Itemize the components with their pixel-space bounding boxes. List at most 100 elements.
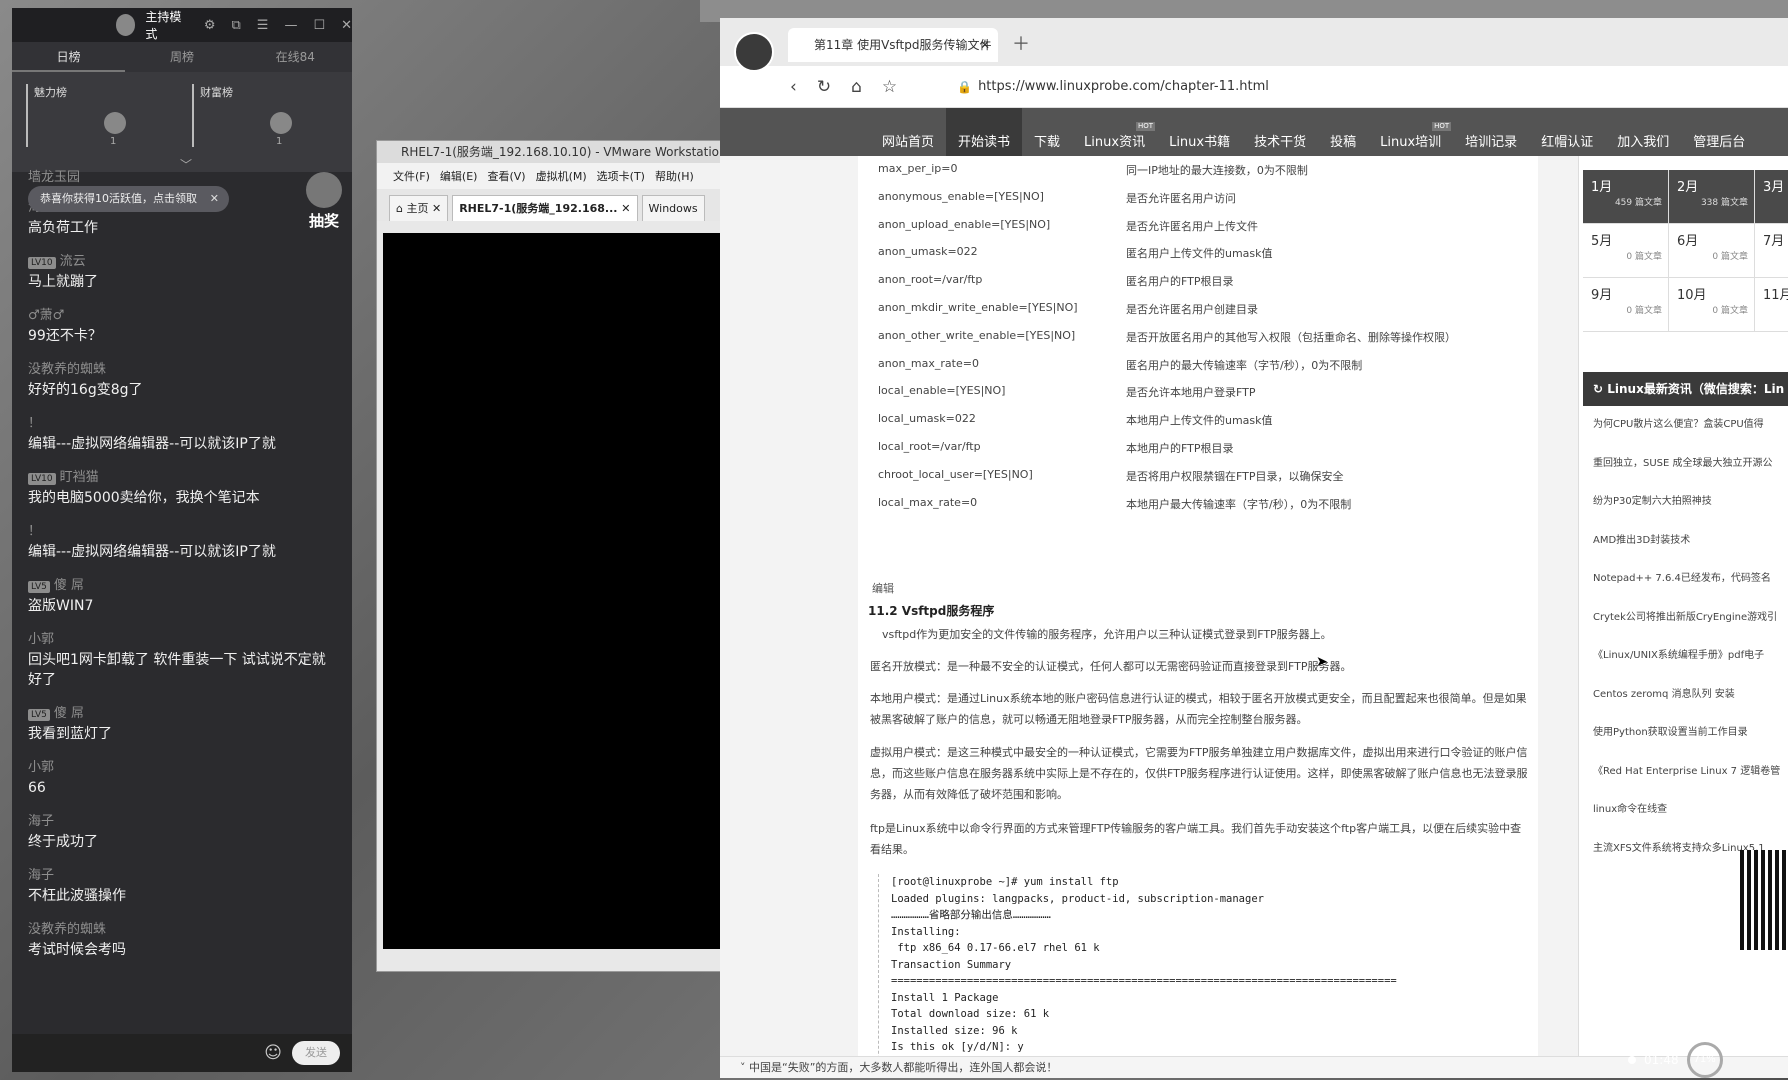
url-field[interactable]: https://www.linuxprobe.com/chapter-11.ht…: [978, 79, 1269, 94]
news-item[interactable]: AMD推出3D封装技术: [1593, 522, 1788, 561]
menu-view[interactable]: 查看(V): [487, 168, 525, 184]
news-item[interactable]: 使用Python获取设置当前工作目录: [1593, 714, 1788, 753]
level-badge: LV10: [28, 257, 56, 269]
news-item[interactable]: 重回独立，SUSE 成全球最大独立开源公: [1593, 445, 1788, 484]
cpu-percent: 71%: [1686, 1042, 1723, 1078]
param-description: 同一IP地址的最大连接数，0为不限制: [1126, 164, 1308, 177]
archive-month[interactable]: 5月 0 篇文章: [1583, 224, 1669, 278]
reward-notice[interactable]: 恭喜你获得10活跃值，点击领取 ✕: [28, 186, 229, 212]
menu-help[interactable]: 帮助(H): [655, 168, 694, 184]
menu-icon[interactable]: ☰: [257, 18, 269, 33]
param-name: anon_other_write_enable=[YES|NO]: [878, 328, 1076, 342]
lottery-label: 抽奖: [308, 212, 339, 230]
menu-tabs[interactable]: 选项卡(T): [597, 168, 645, 184]
archive-month[interactable]: 11月: [1755, 278, 1788, 332]
lottery-button[interactable]: 抽奖: [300, 172, 348, 230]
archive-month[interactable]: 6月 0 篇文章: [1669, 224, 1755, 278]
close-icon[interactable]: ✕: [341, 18, 352, 33]
param-description: 本地用户上传文件的umask值: [1126, 414, 1273, 428]
tab-close-icon[interactable]: ✕: [980, 28, 990, 62]
chat-text: 编辑---虚拟网络编辑器--可以就该IP了就: [28, 436, 276, 452]
tab-weekly[interactable]: 周榜: [125, 42, 238, 72]
chevron-icon[interactable]: ˅: [740, 1061, 749, 1074]
news-item[interactable]: linux命令在线查: [1593, 791, 1788, 830]
minimize-icon[interactable]: —: [284, 18, 297, 33]
param-name: anon_upload_enable=[YES|NO]: [878, 217, 1051, 231]
system-tray: 01:48 71%: [1620, 1040, 1788, 1080]
menu-edit[interactable]: 编辑(E): [440, 168, 478, 184]
back-icon[interactable]: ‹: [790, 77, 797, 97]
lock-icon: 🔒: [957, 79, 973, 94]
archive-month[interactable]: 2月 338 篇文章: [1669, 170, 1755, 224]
send-button[interactable]: 发送: [292, 1041, 340, 1065]
popout-icon[interactable]: ⧉: [231, 18, 240, 33]
paragraph: ftp是Linux系统中以命令行界面的方式来管理FTP传输服务的客户端工具。我们…: [870, 822, 1522, 856]
param-name: anon_max_rate=0: [878, 356, 979, 370]
param-name: anon_mkdir_write_enable=[YES|NO]: [878, 301, 1078, 314]
browser-tab[interactable]: 第11章 使用Vsftpd服务传输文件 ✕: [788, 28, 998, 62]
tab-windows[interactable]: Windows: [641, 195, 705, 221]
news-item[interactable]: 纷为P30定制六大拍照神技: [1593, 483, 1788, 522]
rank-area: 魅力榜 1 财富榜 1 ﹀: [12, 72, 352, 172]
chat-message: 海子 不枉此波骚操作: [28, 866, 352, 906]
paragraph: 虚拟用户模式：是这三种模式中最安全的一种认证模式，它需要为FTP服务单独建立用户…: [870, 746, 1528, 801]
archive-month[interactable]: 1月 459 篇文章: [1583, 170, 1669, 224]
charm-rank[interactable]: 魅力榜 1: [26, 84, 176, 147]
tab-online[interactable]: 在线84: [239, 42, 352, 72]
param-name: local_max_rate=0: [878, 495, 978, 509]
charm-rank-label: 魅力榜: [34, 86, 67, 99]
news-item[interactable]: 《Linux/UNIX系统编程手册》pdf电子: [1593, 637, 1788, 676]
archive-month[interactable]: 9月 0 篇文章: [1583, 278, 1669, 332]
tab-daily[interactable]: 日榜: [12, 42, 126, 72]
edit-link[interactable]: 编辑: [872, 580, 894, 596]
chat-username: 盯裆猫: [59, 470, 99, 485]
vm-screen[interactable]: [383, 233, 721, 949]
chat-message: 海子 终于成功了: [28, 812, 352, 852]
vmware-title: RHEL7-1(服务端_192.168.10.10) - VMware Work…: [377, 141, 725, 163]
news-item[interactable]: 《Red Hat Enterprise Linux 7 逻辑卷管: [1593, 753, 1788, 792]
chevron-down-icon[interactable]: ﹀: [180, 156, 192, 173]
new-tab-icon[interactable]: ＋: [1012, 28, 1030, 62]
chat-message: LV5 傻 屌盗版WIN7: [28, 576, 352, 616]
maximize-icon[interactable]: ☐: [313, 18, 325, 33]
tab-home-label: 主页: [406, 202, 429, 215]
wealth-rank-avatar[interactable]: [270, 112, 292, 134]
month-count: 0 篇文章: [1712, 306, 1748, 316]
news-item[interactable]: Notepad++ 7.6.4已经发布，代码签名: [1593, 560, 1788, 599]
rank-tabs: 日榜 周榜 在线84: [12, 42, 352, 72]
qr-code: [1740, 850, 1788, 950]
month-count: 0 篇文章: [1626, 306, 1662, 316]
news-list: 为何CPU散片这么便宜？盒装CPU值得 重回独立，SUSE 成全球最大独立开源公…: [1593, 406, 1788, 868]
notice-close-icon[interactable]: ✕: [210, 186, 219, 212]
nav-item-label: Linux资讯: [1084, 135, 1146, 150]
chat-username: 小郭: [28, 760, 55, 775]
chat-message: ♂萧♂ 99还不卡？: [28, 306, 352, 346]
page-body[interactable]: 编辑 11.2 Vsftpd服务程序 vsftpd作为更加安全的文件传输的服务程…: [720, 156, 1788, 1074]
browser-window: 第11章 使用Vsftpd服务传输文件 ✕ ＋ ‹ ↻ ⌂ ☆ 🔒 https:/…: [720, 18, 1788, 1078]
article-area: 编辑 11.2 Vsftpd服务程序 vsftpd作为更加安全的文件传输的服务程…: [720, 156, 1578, 1074]
settings-icon[interactable]: ⚙: [204, 18, 216, 33]
chat-message: 没教养的蜘蛛 好好的16g变8g了: [28, 360, 352, 400]
refresh-icon[interactable]: ↻: [817, 77, 831, 97]
news-item[interactable]: Crytek公司将推出新版CryEngine游戏引: [1593, 599, 1788, 638]
charm-rank-avatar[interactable]: [104, 112, 126, 134]
emoji-icon[interactable]: ☺: [264, 1043, 282, 1063]
archive-month[interactable]: 7月: [1755, 224, 1788, 278]
tab-home[interactable]: ⌂ 主页 ✕: [389, 195, 449, 221]
wealth-rank[interactable]: 财富榜 1: [192, 84, 342, 147]
menu-vm[interactable]: 虚拟机(M): [536, 168, 587, 184]
chat-message: ！ 编辑---虚拟网络编辑器--可以就该IP了就: [28, 414, 352, 454]
chat-message-list[interactable]: 海子高负荷工作 LV10流云马上就蹦了 ♂萧♂99还不卡？ 没教养的蜘蛛好好的1…: [12, 172, 352, 1042]
archive-month[interactable]: 3月45: [1755, 170, 1788, 224]
live-chat-panel: 主持模式 ⚙ ⧉ ☰ — ☐ ✕ 日榜 周榜 在线84 魅力榜 1 财富榜 1 …: [12, 8, 352, 1072]
home-icon[interactable]: ⌂: [851, 77, 862, 97]
news-item[interactable]: Centos zeromq 消息队列 安装: [1593, 676, 1788, 715]
tab-rhel[interactable]: RHEL7-1(服务端_192.168... ✕: [452, 195, 638, 221]
star-icon[interactable]: ☆: [882, 77, 897, 97]
news-item[interactable]: 为何CPU散片这么便宜？盒装CPU值得: [1593, 406, 1788, 445]
menu-file[interactable]: 文件(F): [393, 168, 430, 184]
param-description: 是否允许本地用户登录FTP: [1126, 386, 1256, 400]
chat-username: 没教养的蜘蛛: [28, 922, 107, 937]
archive-month[interactable]: 10月 0 篇文章: [1669, 278, 1755, 332]
chat-input-bar: ☺ 发送: [12, 1034, 352, 1072]
